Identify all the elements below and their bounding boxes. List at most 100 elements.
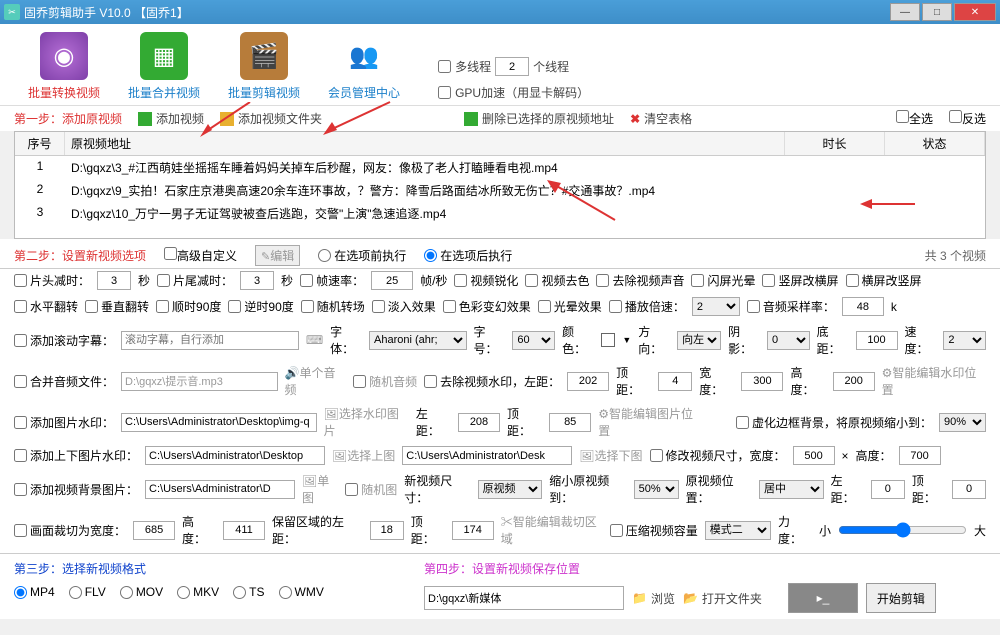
format-wmv[interactable]: WMV (279, 585, 324, 599)
start-edit-button[interactable]: 开始剪辑 (866, 583, 936, 613)
pos-select[interactable]: 居中 (759, 480, 824, 499)
crop-h-input[interactable] (223, 521, 265, 540)
shadow-select[interactable]: 0 (767, 331, 810, 350)
format-mov[interactable]: MOV (120, 585, 163, 599)
subtitle-input[interactable] (121, 331, 299, 350)
fps-option[interactable]: 帧速率： (300, 272, 364, 289)
batch-edit-button[interactable]: 🎬 批量剪辑视频 (228, 32, 300, 101)
format-mkv[interactable]: MKV (177, 585, 219, 599)
subspeed-select[interactable]: 2 (943, 331, 986, 350)
speed-option[interactable]: 播放倍速： (609, 298, 685, 315)
audiorate-input[interactable] (842, 297, 884, 316)
tb-top-path-input[interactable] (145, 446, 325, 465)
merge-audio-option[interactable]: 合并音频文件： (14, 373, 114, 390)
head-trim-option[interactable]: 片头减时： (14, 272, 90, 289)
multithread-checkbox[interactable] (438, 60, 451, 73)
direction-select[interactable]: 向左 (677, 331, 721, 350)
add-video-button[interactable]: 添加视频 (138, 110, 204, 127)
add-folder-button[interactable]: 添加视频文件夹 (220, 110, 322, 127)
tb-bot-path-input[interactable] (402, 446, 572, 465)
hflip-option[interactable]: 水平翻转 (14, 298, 78, 315)
img-top-input[interactable] (549, 413, 591, 432)
gpu-option[interactable]: GPU加速（用显卡解码） (438, 84, 589, 101)
minimize-button[interactable]: — (890, 3, 920, 21)
font-select[interactable]: Aharoni (ahr; (369, 331, 467, 350)
img-wm-path-input[interactable] (121, 413, 317, 432)
smart-img-link[interactable]: ⚙智能编辑图片位置 (598, 405, 702, 439)
maximize-button[interactable]: □ (922, 3, 952, 21)
single-img-button[interactable]: 🖼单图 (302, 472, 338, 506)
crop-option[interactable]: 画面裁切为宽度： (14, 522, 126, 539)
select-top-img-button[interactable]: 🖼选择上图 (332, 447, 395, 464)
smart-crop-link[interactable]: ✂智能编辑裁切区域 (501, 513, 603, 547)
tail-trim-option[interactable]: 片尾减时： (157, 272, 233, 289)
remove-watermark-option[interactable]: 去除视频水印，左距： (424, 373, 560, 390)
blur-border-select[interactable]: 90% (939, 413, 986, 432)
select-all-option[interactable]: 全选 (896, 110, 933, 127)
audiorate-option[interactable]: 音频采样率： (747, 298, 835, 315)
compress-mode-select[interactable]: 模式二 (705, 521, 771, 540)
transition-option[interactable]: 随机转场 (301, 298, 365, 315)
select-wm-img-button[interactable]: 🖼选择水印图片 (324, 405, 409, 439)
colorshift-option[interactable]: 色彩变幻效果 (443, 298, 531, 315)
batch-convert-button[interactable]: ◉ 批量转换视频 (28, 32, 100, 101)
head-trim-input[interactable] (97, 271, 131, 290)
keep-left-input[interactable] (370, 521, 404, 540)
exec-after-radio[interactable]: 在选项后执行 (424, 247, 512, 264)
speaker-icon[interactable]: 🔊单个音频 (285, 364, 347, 398)
keep-top-input[interactable] (452, 521, 494, 540)
save-path-input[interactable] (424, 586, 624, 610)
audio-path-input[interactable] (121, 372, 278, 391)
crop-w-input[interactable] (133, 521, 175, 540)
wm-h-input[interactable] (833, 372, 875, 391)
v2h-option[interactable]: 横屏改竖屏 (846, 272, 922, 289)
img-watermark-option[interactable]: 添加图片水印： (14, 414, 114, 431)
new-size-select[interactable]: 原视频 (478, 480, 543, 499)
clear-table-button[interactable]: ✖清空表格 (630, 110, 692, 127)
table-row[interactable]: 3D:\gqxz\10_万宁一男子无证驾驶被查后逃跑，交警"上演"急速追逐.mp… (15, 202, 985, 225)
fps-input[interactable] (371, 271, 413, 290)
color-swatch[interactable] (601, 333, 615, 347)
wm-left-input[interactable] (567, 372, 609, 391)
compress-option[interactable]: 压缩视频容量 (610, 522, 698, 539)
tail-trim-input[interactable] (240, 271, 274, 290)
table-row[interactable]: 1D:\gqxz\3_#江西萌娃坐摇摇车睡着妈妈关掉车后秒醒，网友：像极了老人打… (15, 156, 985, 179)
vflip-option[interactable]: 垂直翻转 (85, 298, 149, 315)
wm-w-input[interactable] (741, 372, 783, 391)
close-button[interactable]: ✕ (954, 3, 996, 21)
wm-top-input[interactable] (658, 372, 692, 391)
random-img-option[interactable]: 随机图 (345, 481, 397, 498)
advanced-custom-option[interactable]: 高级自定义 (164, 247, 237, 264)
fontsize-select[interactable]: 60 (512, 331, 555, 350)
resize-w-input[interactable] (793, 446, 835, 465)
format-mp4[interactable]: MP4 (14, 585, 55, 599)
table-row[interactable]: 2D:\gqxz\9_实拍！石家庄京港奥高速20余车连环事故，？警方：降雪后路面… (15, 179, 985, 202)
subtitle-option[interactable]: 添加滚动字幕： (14, 332, 114, 349)
bg-path-input[interactable] (145, 480, 295, 499)
sharpen-option[interactable]: 视频锐化 (454, 272, 518, 289)
resize-option[interactable]: 修改视频尺寸，宽度： (650, 447, 786, 464)
bg-top-input[interactable] (952, 480, 986, 499)
shrink-select[interactable]: 50% (634, 480, 679, 499)
bg-left-input[interactable] (871, 480, 905, 499)
fadein-option[interactable]: 淡入效果 (372, 298, 436, 315)
h2v-option[interactable]: 竖屏改横屏 (762, 272, 838, 289)
terminal-button[interactable]: ▸_ (788, 583, 858, 613)
browse-button[interactable]: 📁浏览 (632, 590, 675, 607)
random-audio-option[interactable]: 随机音频 (353, 373, 417, 390)
resize-h-input[interactable] (899, 446, 941, 465)
batch-merge-button[interactable]: ▦ 批量合并视频 (128, 32, 200, 101)
mute-option[interactable]: 去除视频声音 (596, 272, 684, 289)
cw90-option[interactable]: 顺时90度 (156, 298, 221, 315)
open-folder-button[interactable]: 📂打开文件夹 (683, 590, 762, 607)
exec-before-radio[interactable]: 在选项前执行 (318, 247, 406, 264)
member-center-button[interactable]: 👥 会员管理中心 (328, 32, 400, 101)
compress-slider[interactable] (838, 522, 967, 538)
format-ts[interactable]: TS (233, 585, 264, 599)
bg-image-option[interactable]: 添加视频背景图片： (14, 481, 138, 498)
desaturate-option[interactable]: 视频去色 (525, 272, 589, 289)
gpu-checkbox[interactable] (438, 86, 451, 99)
delete-selected-button[interactable]: 删除已选择的原视频地址 (464, 110, 614, 127)
ccw90-option[interactable]: 逆时90度 (228, 298, 293, 315)
format-flv[interactable]: FLV (69, 585, 106, 599)
